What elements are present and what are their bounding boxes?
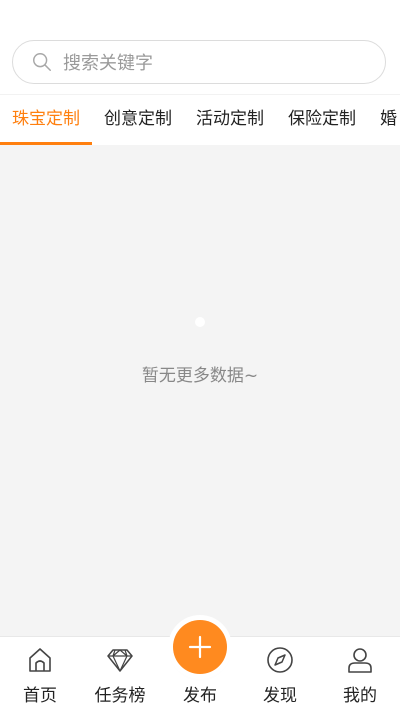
diamond-icon [107, 649, 133, 672]
tabbar-item-home[interactable]: 首页 [0, 637, 80, 712]
tabbar-item-mine[interactable]: 我的 [320, 637, 400, 712]
tabbar-item-task-ranking[interactable]: 任务榜 [80, 637, 160, 712]
tabbar-label-home: 首页 [23, 686, 57, 706]
tabbar-label-discover: 发现 [263, 686, 297, 706]
tab-jewelry-custom[interactable]: 珠宝定制 [0, 95, 92, 145]
content-area: 暂无更多数据~ [0, 145, 400, 636]
publish-button[interactable] [173, 620, 227, 674]
loading-indicator [195, 317, 205, 327]
tabbar-label-task-ranking: 任务榜 [94, 686, 146, 706]
user-icon [348, 648, 372, 673]
tab-creative-custom[interactable]: 创意定制 [92, 95, 184, 145]
tabbar-label-publish: 发布 [183, 686, 217, 706]
search-placeholder: 搜索关键字 [63, 53, 153, 74]
compass-icon [267, 647, 293, 673]
tab-insurance-custom[interactable]: 保险定制 [276, 95, 368, 145]
category-tabs: 珠宝定制 创意定制 活动定制 保险定制 婚 [0, 94, 400, 145]
home-icon [29, 648, 51, 672]
tabbar-label-mine: 我的 [343, 686, 377, 706]
search-icon [33, 53, 51, 71]
search-input[interactable]: 搜索关键字 [12, 40, 386, 84]
tab-wedding-custom[interactable]: 婚 [368, 95, 400, 145]
search-bar[interactable]: 搜索关键字 [12, 40, 386, 84]
plus-icon [188, 635, 212, 659]
tabbar-item-discover[interactable]: 发现 [240, 637, 320, 712]
tab-event-custom[interactable]: 活动定制 [184, 95, 276, 145]
empty-state-message: 暂无更多数据~ [141, 366, 259, 386]
